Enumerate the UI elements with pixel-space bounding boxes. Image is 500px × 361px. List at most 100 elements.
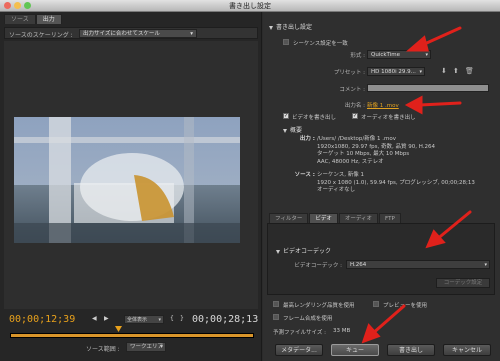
- summary-header[interactable]: 概要: [283, 125, 302, 134]
- chevron-down-icon: ▾: [190, 31, 193, 37]
- format-label: 形式 :: [350, 53, 365, 59]
- summary-output-details: /Users/ /Desktop/新像 1 .mov 1920x1080, 29…: [317, 136, 497, 166]
- use-previews-checkbox[interactable]: [373, 301, 379, 307]
- codec-settings-button[interactable]: コーデック設定: [436, 278, 490, 288]
- source-range-select[interactable]: ワークエリア ▾: [126, 342, 166, 352]
- preset-label: プリセット :: [333, 70, 365, 76]
- summary-source-line: 1920 x 1080 (1.0), 59.94 fps, プログレッシブ, 0…: [317, 179, 475, 186]
- frame-blending-label: フレーム合成を使用: [283, 316, 333, 322]
- out-point-icon[interactable]: ▶: [104, 315, 109, 322]
- window-titlebar: 書き出し設定: [0, 0, 500, 12]
- summary-output-line: AAC, 48000 Hz, ステレオ: [317, 158, 384, 165]
- set-in-icon[interactable]: {: [170, 315, 174, 322]
- import-preset-icon[interactable]: ⬆: [453, 67, 459, 75]
- match-sequence-checkbox[interactable]: [283, 39, 289, 45]
- summary-source-line: シーケンス, 新像 1: [317, 172, 364, 178]
- export-audio-label: オーディオを書き出し: [361, 115, 416, 121]
- chevron-down-icon: ▾: [425, 52, 428, 58]
- cancel-button[interactable]: キャンセル: [443, 344, 491, 356]
- preview-panel: ソース 出力 ソースのスケーリング : 出力サイズに合わせてスケール ▾ 00;…: [0, 12, 262, 361]
- disclosure-triangle-icon: [276, 249, 280, 254]
- output-name-label: 出力名 :: [344, 103, 365, 109]
- match-sequence-label: シーケンス設定を一致: [293, 41, 348, 47]
- source-scaling-row: ソースのスケーリング : 出力サイズに合わせてスケール ▾: [4, 27, 258, 39]
- minimize-window-button[interactable]: [14, 2, 21, 9]
- use-previews-label: プレビューを使用: [383, 303, 428, 309]
- disclosure-triangle-icon: [269, 25, 273, 30]
- estimated-file-size-label: 予測ファイルサイズ :: [273, 330, 326, 336]
- export-button[interactable]: 書き出し: [387, 344, 435, 356]
- export-settings-header[interactable]: 書き出し設定: [269, 22, 312, 31]
- current-timecode[interactable]: 00;00;12;39: [9, 314, 75, 325]
- work-area-bar: [11, 334, 253, 337]
- video-codec-select[interactable]: H.264 ▾: [346, 260, 490, 269]
- set-out-icon[interactable]: }: [180, 315, 184, 322]
- tab-source[interactable]: ソース: [4, 14, 36, 24]
- summary-output-line: 1920x1080, 29.97 fps, 奇数, 品質 90, H.264: [317, 143, 436, 150]
- source-scaling-value: 出力サイズに合わせてスケール: [83, 31, 160, 37]
- disclosure-triangle-icon: [283, 128, 287, 133]
- save-preset-icon[interactable]: ⬇: [441, 67, 447, 75]
- comment-label: コメント :: [339, 87, 365, 93]
- source-range-label: ソース範囲 :: [86, 346, 120, 353]
- output-name-link[interactable]: 新像 1 .mov: [367, 101, 399, 109]
- zoom-fit-select[interactable]: 全体表示 ▾: [124, 315, 164, 324]
- summary-source-line: オーディオなし: [317, 187, 356, 193]
- video-preview-area: [4, 41, 258, 309]
- video-codec-header[interactable]: ビデオコーデック: [276, 246, 331, 255]
- chevron-down-icon: ▾: [160, 344, 163, 350]
- source-range-row: ソース範囲 : ワークエリア ▾: [0, 342, 262, 354]
- preview-tabs: ソース 出力: [4, 14, 62, 24]
- source-range-value: ワークエリア: [130, 344, 164, 350]
- tab-audio[interactable]: オーディオ: [338, 213, 379, 223]
- tab-filters[interactable]: フィルター: [269, 213, 309, 223]
- summary-output-line: /Users/ /Desktop/新像 1 .mov: [317, 136, 396, 142]
- max-render-quality-checkbox[interactable]: [273, 301, 279, 307]
- video-codec-title: ビデオコーデック: [283, 248, 332, 255]
- estimated-file-size-value: 33 MB: [333, 328, 351, 334]
- zoom-window-button[interactable]: [24, 2, 31, 9]
- chevron-down-icon: ▾: [484, 262, 487, 268]
- delete-preset-icon[interactable]: 🗑: [465, 67, 474, 75]
- summary-title: 概要: [290, 127, 303, 134]
- format-value: QuickTime: [371, 52, 401, 58]
- summary-source-details: シーケンス, 新像 1 1920 x 1080 (1.0), 59.94 fps…: [317, 172, 497, 195]
- source-scaling-label: ソースのスケーリング :: [9, 32, 73, 39]
- playhead-marker-icon[interactable]: [115, 326, 122, 333]
- export-settings-title: 書き出し設定: [276, 24, 313, 31]
- video-frame-image: [14, 117, 240, 243]
- video-frame: [14, 117, 240, 243]
- summary-output-label: 出力 :: [299, 136, 315, 142]
- settings-tabs: フィルター ビデオ オーディオ FTP: [269, 213, 402, 223]
- tab-ftp[interactable]: FTP: [379, 213, 401, 223]
- queue-button[interactable]: キュー: [331, 344, 379, 356]
- video-codec-value: H.264: [350, 262, 367, 268]
- timecode-row: 00;00;12;39 ◀ ▶ 全体表示 ▾ { } 00;00;28;13: [0, 312, 262, 326]
- in-point-icon[interactable]: ◀: [92, 315, 97, 322]
- video-settings-panel: ビデオコーデック ビデオコーデック : H.264 ▾ コーデック設定: [267, 223, 495, 295]
- max-render-quality-label: 最高レンダリング品質を使用: [283, 303, 355, 309]
- end-timecode: 00;00;28;13: [192, 314, 259, 325]
- preset-value: HD 1080i 29.9...: [371, 69, 416, 75]
- export-audio-checkbox[interactable]: ✓: [352, 113, 358, 119]
- preset-select[interactable]: HD 1080i 29.9... ▾: [367, 67, 425, 76]
- format-select[interactable]: QuickTime ▾: [367, 50, 431, 59]
- metadata-button[interactable]: メタデータ...: [275, 344, 323, 356]
- export-video-label: ビデオを書き出し: [292, 115, 337, 121]
- summary-source-label: ソース :: [294, 172, 315, 178]
- close-window-button[interactable]: [4, 2, 11, 9]
- window-title: 書き出し設定: [229, 2, 271, 10]
- frame-blending-checkbox[interactable]: [273, 314, 279, 320]
- chevron-down-icon: ▾: [158, 317, 161, 323]
- video-codec-label: ビデオコーデック :: [294, 263, 342, 269]
- export-video-checkbox[interactable]: ✓: [283, 113, 289, 119]
- tab-output[interactable]: 出力: [35, 14, 62, 24]
- tab-video[interactable]: ビデオ: [309, 213, 338, 223]
- comment-field[interactable]: [367, 84, 489, 92]
- source-scaling-select[interactable]: 出力サイズに合わせてスケール ▾: [79, 29, 197, 38]
- zoom-fit-value: 全体表示: [127, 317, 148, 323]
- chevron-down-icon: ▾: [419, 69, 422, 75]
- summary-output-line: ターゲット 10 Mbps, 最大 10 Mbps: [317, 151, 410, 157]
- export-settings-panel: 書き出し設定 シーケンス設定を一致 形式 : QuickTime ▾ プリセット…: [263, 12, 500, 361]
- time-scrubber[interactable]: [10, 333, 254, 338]
